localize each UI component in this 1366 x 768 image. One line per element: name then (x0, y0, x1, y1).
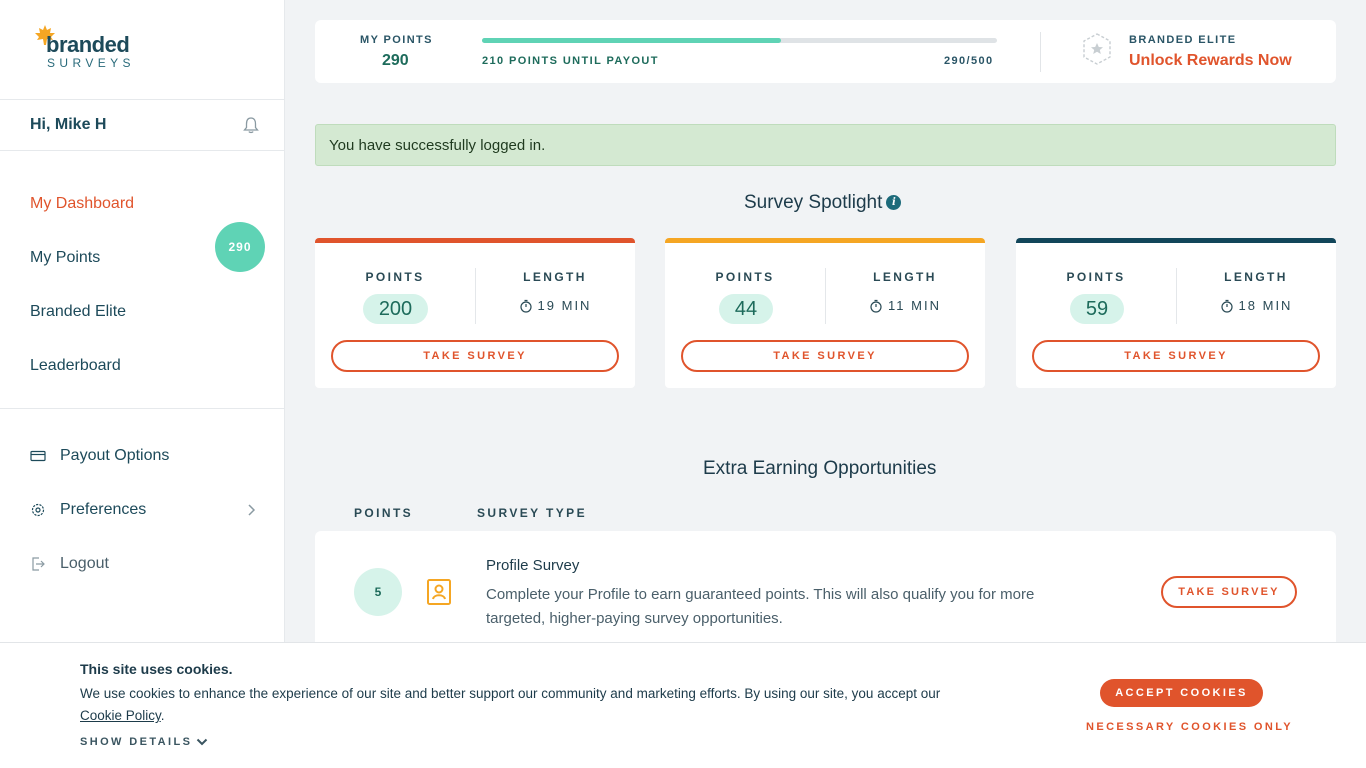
nav-item-logout[interactable]: Logout (0, 537, 284, 591)
survey-length: 11 MIN (825, 298, 985, 313)
points-header: POINTS (365, 270, 425, 284)
show-details-toggle[interactable]: SHOW DETAILS (80, 736, 208, 748)
gear-icon (31, 503, 45, 517)
success-alert: You have successfully logged in. (315, 124, 1336, 166)
progress-text: 290/500 (944, 55, 994, 67)
cookie-body: We use cookies to enhance the experience… (80, 686, 941, 701)
take-survey-button[interactable]: TAKE SURVEY (1161, 576, 1297, 608)
user-greeting: Hi, Mike H (30, 116, 107, 133)
card-icon (30, 450, 46, 462)
my-points-label: MY POINTS (360, 34, 433, 46)
nav-item-leaderboard[interactable]: Leaderboard (0, 339, 284, 393)
opportunity-description: Complete your Profile to earn guaranteed… (486, 586, 1035, 627)
bell-icon[interactable] (242, 116, 260, 134)
spotlight-card: POINTS LENGTH 200 19 MIN TAKE SURVEY (315, 238, 635, 388)
stopwatch-icon (519, 299, 532, 313)
divider (825, 268, 826, 324)
necessary-cookies-button[interactable]: NECESSARY COOKIES ONLY (1086, 721, 1293, 733)
length-header: LENGTH (523, 270, 587, 284)
opportunity-points: 5 (354, 568, 402, 616)
secondary-nav: Payout Options Preferences Logout (0, 409, 284, 591)
branded-elite-label: BRANDED ELITE (1129, 34, 1237, 46)
unlock-rewards-link[interactable]: Unlock Rewards Now (1129, 52, 1292, 70)
opportunity-title: Profile Survey (486, 557, 580, 574)
nav-item-branded-elite[interactable]: Branded Elite (0, 285, 284, 339)
payout-options-label: Payout Options (60, 447, 170, 464)
main-nav: My Dashboard My Points Branded Elite Lea… (0, 151, 284, 409)
cookie-title: This site uses cookies. (80, 661, 233, 677)
take-survey-button[interactable]: TAKE SURVEY (331, 340, 619, 372)
info-icon[interactable]: i (886, 195, 902, 211)
points-pill: 200 (363, 294, 428, 324)
accept-cookies-button[interactable]: ACCEPT COOKIES (1100, 679, 1263, 707)
points-header: POINTS (715, 270, 775, 284)
column-header-points: POINTS (354, 506, 414, 520)
cookie-banner: This site uses cookies. We use cookies t… (0, 642, 1366, 768)
spotlight-card: POINTS LENGTH 59 18 MIN TAKE SURVEY (1016, 238, 1336, 388)
length-value: 19 MIN (537, 298, 592, 313)
points-badge: 290 (215, 222, 265, 272)
logout-label: Logout (60, 555, 109, 572)
divider (1040, 32, 1041, 72)
elite-badge-icon (1083, 33, 1111, 65)
divider (1176, 268, 1177, 324)
brand-sub: SURVEYS (47, 56, 135, 70)
cookie-text: We use cookies to enhance the experience… (80, 683, 980, 727)
length-header: LENGTH (873, 270, 937, 284)
extra-earning-title: Extra Earning Opportunities (703, 458, 937, 479)
chevron-right-icon (248, 504, 256, 516)
survey-length: 18 MIN (1176, 298, 1336, 313)
user-greeting-row: Hi, Mike H (0, 100, 284, 151)
spotlight-title-text: Survey Spotlight (744, 192, 883, 213)
take-survey-button[interactable]: TAKE SURVEY (1032, 340, 1320, 372)
points-summary-bar: MY POINTS 290 210 POINTS UNTIL PAYOUT 29… (315, 20, 1336, 83)
points-pill: 59 (1070, 294, 1124, 324)
chevron-down-icon (197, 738, 208, 746)
length-header: LENGTH (1224, 270, 1288, 284)
preferences-label: Preferences (60, 501, 147, 518)
nav-item-payout-options[interactable]: Payout Options (0, 429, 284, 483)
points-pill: 44 (719, 294, 773, 324)
stopwatch-icon (1220, 299, 1233, 313)
spotlight-card: POINTS LENGTH 44 11 MIN TAKE SURVEY (665, 238, 985, 388)
survey-length: 19 MIN (475, 298, 635, 313)
divider (475, 268, 476, 324)
length-value: 18 MIN (1238, 298, 1293, 313)
stopwatch-icon (870, 299, 882, 313)
logo[interactable]: branded SURVEYS (0, 0, 284, 100)
payout-progress-bar (482, 38, 997, 43)
nav-item-preferences[interactable]: Preferences (0, 483, 284, 537)
cookie-link-suffix: . (160, 708, 165, 723)
points-until-payout: 210 POINTS UNTIL PAYOUT (482, 55, 659, 67)
spotlight-title: Survey Spotlight i (744, 192, 902, 214)
card-accent-bar (1016, 238, 1336, 243)
show-details-label: SHOW DETAILS (80, 736, 193, 748)
card-accent-bar (665, 238, 985, 243)
logout-icon (32, 557, 45, 571)
card-accent-bar (315, 238, 635, 243)
brand-name: branded (46, 32, 130, 57)
points-header: POINTS (1066, 270, 1126, 284)
my-points-value: 290 (382, 52, 409, 69)
profile-card-icon (427, 579, 451, 605)
cookie-policy-link[interactable]: Cookie Policy (80, 708, 161, 723)
take-survey-button[interactable]: TAKE SURVEY (681, 340, 969, 372)
length-value: 11 MIN (888, 298, 941, 313)
payout-progress-fill (482, 38, 781, 43)
column-header-survey-type: SURVEY TYPE (477, 506, 587, 520)
